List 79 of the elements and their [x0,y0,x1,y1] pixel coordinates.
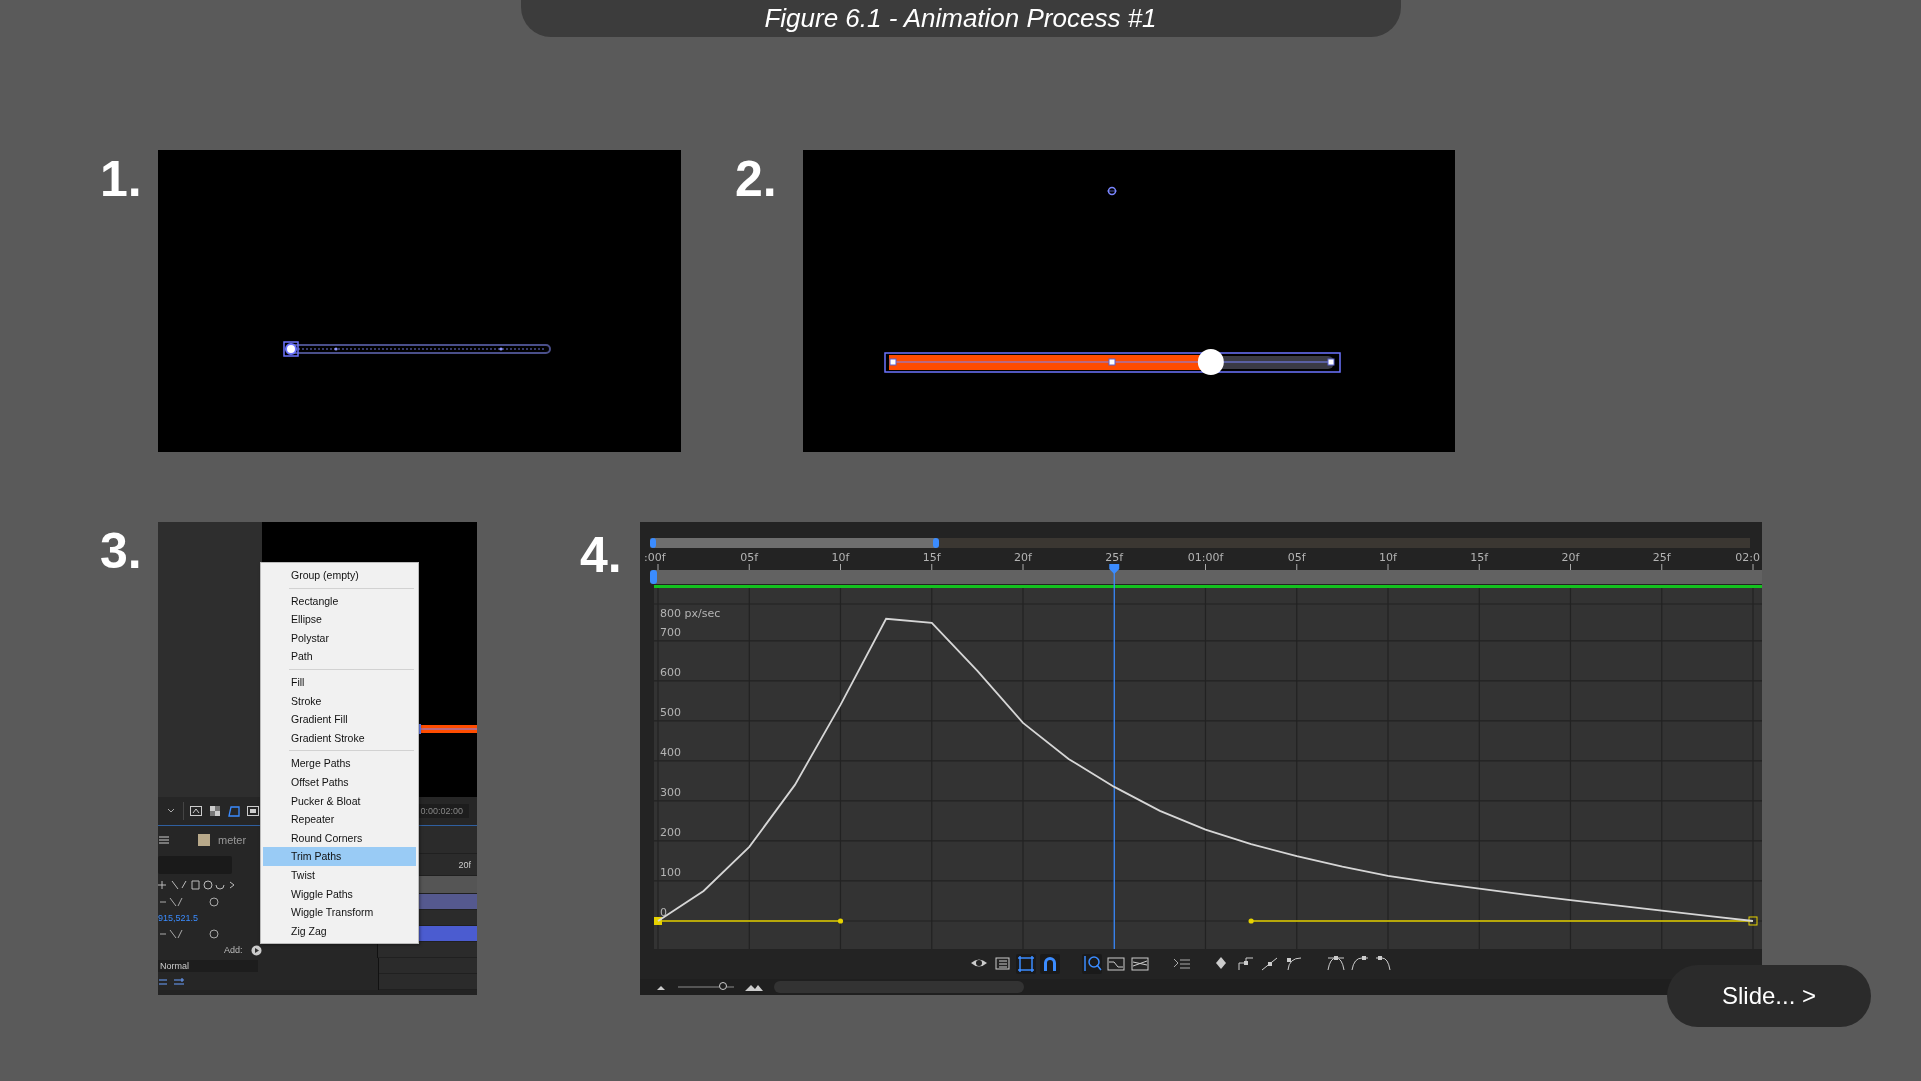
speed-label: 500 [660,705,681,719]
step-number: 3. [100,526,143,576]
speed-label: 400 [660,745,681,759]
axis-label: 800 px/sec [660,607,721,620]
time-label: 20f [1014,551,1032,564]
time-label: 05f [1287,551,1306,564]
time-label: 25f [1652,551,1671,564]
easy-ease-icon[interactable] [1326,955,1346,973]
add-button-icon[interactable] [250,944,262,956]
speed-label: 300 [660,785,681,799]
speed-label: 200 [660,825,681,839]
menu-item[interactable]: Stroke [263,691,416,711]
ruler-label: 20f [458,859,471,870]
time-label: 10f [831,551,850,564]
graph-icon[interactable] [1106,955,1126,973]
step-number: 2. [735,154,778,204]
ease-in-icon[interactable] [1350,955,1370,973]
next-slide-button[interactable]: Slide... > [1667,965,1871,1027]
speed-label: 700 [660,625,681,639]
menu-icon[interactable] [158,834,170,846]
time-label: 15f [1470,551,1489,564]
region-icon[interactable] [246,804,260,818]
list-icon[interactable] [994,955,1012,973]
influence-handle[interactable] [837,918,844,924]
speed-label: 0 [660,906,667,919]
time-label: 01:00f [1187,551,1224,564]
keyframe-marker[interactable] [1748,916,1758,926]
time-label: 25f [1105,551,1124,564]
speed-label: 100 [660,865,681,879]
menu-item[interactable]: Round Corners [263,828,416,848]
bezier-keyframe-icon[interactable] [1284,955,1304,973]
menu-item[interactable]: Group (empty) [263,566,416,585]
mask-path-icon[interactable] [227,804,241,818]
menu-item[interactable]: Wiggle Paths [263,884,416,904]
panel-tab-label[interactable]: meter [218,834,247,846]
keyframe-marker[interactable] [654,917,662,925]
search-field[interactable] [158,856,232,874]
anchor-point-icon [1106,186,1118,196]
menu-item[interactable]: Twist [263,865,416,885]
menu-item[interactable]: Zig Zag [263,921,416,941]
playhead[interactable] [1109,564,1120,949]
time-label: 20f [1561,551,1580,564]
label-swatch [198,834,210,846]
position-value[interactable]: 915,521.5 [158,913,199,923]
step-number: 4. [580,530,623,580]
menu-item[interactable]: Gradient Fill [263,710,416,729]
menu-item[interactable]: Path [263,647,416,666]
speed-label: 600 [660,665,681,679]
influence-handle[interactable] [1248,918,1254,924]
menu-item[interactable]: Offset Paths [263,772,416,792]
hold-keyframe-icon[interactable] [1236,955,1256,973]
blend-mode-dropdown[interactable]: Normal [158,960,258,972]
menu-item[interactable]: Repeater [263,810,416,829]
figure-title: Figure 6.1 - Animation Process #1 [764,3,1157,34]
add-label: Add: [224,945,243,955]
time-label: 15f [922,551,941,564]
menu-item[interactable]: Pucker & Bloat [263,791,416,811]
time-label: :00f [644,551,666,564]
menu-item[interactable]: Ellipse [263,610,416,629]
time-label: 10f [1379,551,1397,564]
linear-keyframe-icon[interactable] [1260,955,1280,973]
snapshot-icon[interactable] [189,804,203,818]
menu-item[interactable]: Polystar [263,628,416,648]
step-number: 1. [100,154,143,204]
menu-item[interactable]: Rectangle [263,591,416,611]
graph-icon[interactable] [1130,955,1150,973]
ease-out-icon[interactable] [1374,955,1394,973]
time-label: 02:0 [1735,551,1760,564]
time-label: 05f [740,551,759,564]
menu-item[interactable]: Wiggle Transform [263,903,416,922]
menu-item[interactable]: Fill [263,672,416,692]
menu-item[interactable]: Merge Paths [263,754,416,773]
menu-item[interactable]: Trim Paths [263,847,416,866]
zoom-in-icon[interactable] [744,982,764,992]
zoom-fit-icon[interactable] [1082,954,1102,974]
magnet-icon[interactable] [1040,954,1060,974]
checkerboard-icon[interactable] [208,804,222,818]
menu-item[interactable]: Gradient Stroke [263,728,416,748]
transform-box-icon[interactable] [1016,954,1036,974]
